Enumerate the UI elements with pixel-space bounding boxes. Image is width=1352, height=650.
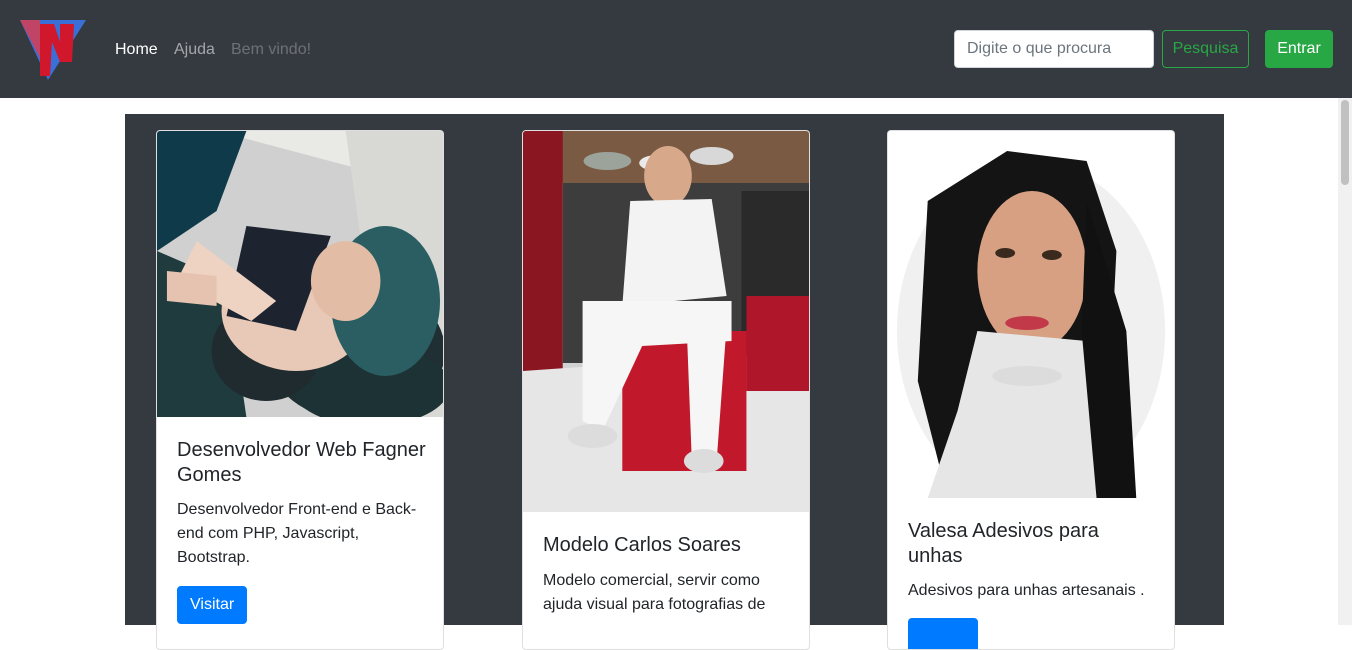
nav-link-home[interactable]: Home xyxy=(115,40,158,60)
profile-photo xyxy=(523,131,809,512)
search-button[interactable]: Pesquisa xyxy=(1162,30,1249,68)
card-text: Adesivos para unhas artesanais . xyxy=(908,582,1145,599)
card-title: Valesa Adesivos para unhas xyxy=(908,520,1099,567)
profile-card: Modelo Carlos Soares Modelo comercial, s… xyxy=(522,130,810,650)
profile-photo xyxy=(157,131,443,417)
profile-photo xyxy=(888,131,1174,498)
visit-button[interactable] xyxy=(908,618,978,649)
navbar: Home Ajuda Bem vindo! Pesquisa Entrar xyxy=(0,0,1352,98)
card-text: Desenvolvedor Front-end e Back-end com P… xyxy=(177,501,417,566)
login-button[interactable]: Entrar xyxy=(1265,30,1333,68)
card-title: Modelo Carlos Soares xyxy=(543,534,741,556)
brand-logo-icon[interactable] xyxy=(18,18,88,82)
visit-button[interactable]: Visitar xyxy=(177,586,248,624)
nav-link-help[interactable]: Ajuda xyxy=(174,40,215,60)
cards-container: Desenvolvedor Web Fagner Gomes Desenvolv… xyxy=(125,114,1224,650)
search-input[interactable] xyxy=(954,30,1154,68)
scrollbar-thumb[interactable] xyxy=(1341,100,1349,185)
profile-card: Desenvolvedor Web Fagner Gomes Desenvolv… xyxy=(156,130,444,650)
profile-card: Valesa Adesivos para unhas Adesivos para… xyxy=(887,130,1175,650)
card-text: Modelo comercial, servir como ajuda visu… xyxy=(543,572,766,613)
card-title: Desenvolvedor Web Fagner Gomes xyxy=(177,439,426,486)
nav-welcome-text: Bem vindo! xyxy=(231,41,312,58)
